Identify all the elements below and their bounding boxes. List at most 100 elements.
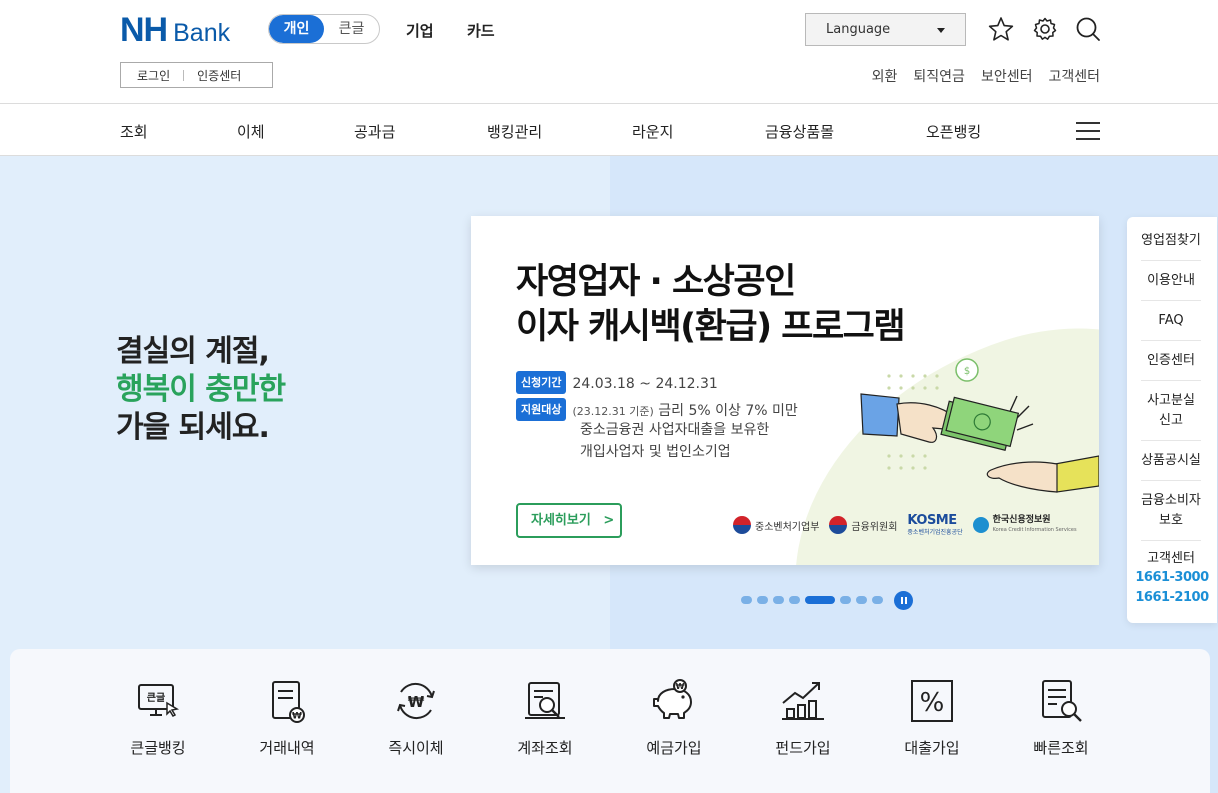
customer-phone-2[interactable]: 1661-2100 — [1127, 590, 1217, 605]
menu-fund-signup[interactable]: 펀드가입 — [748, 677, 858, 758]
won-icon-label: ₩ — [408, 693, 425, 711]
hero-line-1: 결실의 계절, — [116, 334, 270, 369]
star-icon[interactable] — [988, 16, 1014, 42]
gnb-product-mall[interactable]: 금융상품몰 — [765, 121, 834, 142]
period-tag: 신청기간 — [516, 371, 567, 394]
main-navigation: 조회 이체 공과금 뱅킹관리 라운지 금융상품몰 오픈뱅킹 — [0, 105, 1218, 156]
partner-logos: 중소벤처기업부 금융위원회 KOSME 중소벤처기업진흥공단 한국신용정보원 Kor… — [733, 514, 1077, 536]
chevron-down-icon — [937, 28, 945, 33]
quick-cert-center[interactable]: 인증센터 — [1141, 351, 1201, 381]
promo-banner[interactable]: $ 자영업자 · 소상공인 이자 캐시백(환급) 프로그램 신청기간 24.03.… — [471, 216, 1099, 565]
hero-section: 결실의 계절, 행복이 충만한 가을 되세요. $ 자영업자 · 소상공인 이자… — [0, 156, 1218, 793]
quick-consumer-protection[interactable]: 금융소비자 보호 — [1141, 491, 1201, 541]
chevron-right-icon: > — [603, 513, 615, 528]
percent-icon-label: % — [920, 688, 945, 718]
quick-consumer-line-2: 보호 — [1159, 513, 1183, 528]
quick-loss-report-line-1: 사고분실 — [1147, 393, 1195, 408]
nh-bank-logo[interactable]: NH Bank — [120, 11, 231, 49]
menu-deposit-signup[interactable]: ₩ 예금가입 — [619, 677, 729, 758]
cert-center-link[interactable]: 인증센터 — [197, 67, 241, 84]
gnb-inquiry[interactable]: 조회 — [120, 121, 148, 142]
document-search-icon — [1042, 680, 1082, 722]
slide-dot-active[interactable] — [805, 596, 835, 604]
util-pension-link[interactable]: 퇴직연금 — [913, 66, 965, 86]
menu-account-inquiry[interactable]: 계좌조회 — [490, 677, 600, 758]
monitor-icon: 큰글 — [138, 684, 180, 717]
banner-title-line-2: 이자 캐시백(환급) 프로그램 — [516, 307, 906, 347]
util-forex-link[interactable]: 외환 — [872, 66, 898, 86]
slide-pagination — [741, 596, 888, 604]
search-icon[interactable] — [1075, 16, 1101, 42]
hero-line-2: 행복이 충만한 — [116, 372, 286, 407]
menu-instant-transfer[interactable]: ₩ 즉시이체 — [361, 677, 471, 758]
menu-label: 거래내역 — [259, 739, 315, 757]
quick-customer-center[interactable]: 고객센터 — [1141, 549, 1201, 571]
menu-label: 계좌조회 — [517, 739, 573, 757]
pause-icon[interactable] — [894, 591, 913, 610]
view-details-button[interactable]: 자세히보기 > — [516, 503, 622, 538]
slide-dot[interactable] — [741, 596, 752, 604]
logo-nh: NH — [120, 11, 168, 49]
banner-title-line-1: 자영업자 · 소상공인 — [516, 262, 796, 302]
quick-loss-report[interactable]: 사고분실 신고 — [1141, 391, 1201, 441]
menu-loan-signup[interactable]: % 대출가입 — [877, 677, 987, 758]
document-won-icon: ₩ — [272, 681, 305, 723]
quick-menu-bar: 큰글 큰글뱅킹 ₩ 거래내역 ₩ 즉시이체 계좌조회 ₩ 예금가입 펀드가입 %… — [10, 649, 1210, 793]
slide-dot[interactable] — [840, 596, 851, 604]
slide-dot[interactable] — [757, 596, 768, 604]
quick-loss-report-line-2: 신고 — [1159, 413, 1183, 428]
korea-emblem-icon — [829, 516, 848, 534]
cash-hands-illustration: $ — [860, 358, 1099, 493]
gear-icon[interactable] — [1032, 16, 1058, 42]
gnb-utility-bills[interactable]: 공과금 — [354, 121, 395, 142]
slide-dot[interactable] — [773, 596, 784, 604]
bigtext-icon-label: 큰글 — [147, 692, 165, 704]
quick-product-disclosure[interactable]: 상품공시실 — [1141, 451, 1201, 481]
util-security-link[interactable]: 보안센터 — [981, 66, 1033, 86]
divider — [183, 69, 185, 81]
bar-chart-trend-icon — [782, 682, 824, 720]
slide-dot[interactable] — [789, 596, 800, 604]
percent-icon: % — [911, 680, 953, 722]
util-customer-link[interactable]: 고객센터 — [1048, 66, 1100, 86]
banner-period: 신청기간 24.03.18 ~ 24.12.31 — [516, 371, 718, 395]
quick-side-panel: 영업점찾기 이용안내 FAQ 인증센터 사고분실 신고 상품공시실 금융소비자 … — [1127, 217, 1217, 623]
gnb-open-banking[interactable]: 오픈뱅킹 — [926, 121, 981, 142]
mode-large-text-button[interactable]: 큰글 — [324, 15, 379, 43]
quick-guide[interactable]: 이용안내 — [1141, 271, 1201, 301]
logo-fsc: 금융위원회 — [829, 516, 897, 534]
kcis-mark-icon — [972, 517, 989, 533]
menu-label: 대출가입 — [904, 739, 960, 757]
quick-faq[interactable]: FAQ — [1141, 311, 1201, 341]
quick-branch-finder[interactable]: 영업점찾기 — [1141, 231, 1201, 261]
login-link[interactable]: 로그인 — [137, 67, 170, 84]
view-details-label: 자세히보기 — [531, 513, 591, 528]
corporate-link[interactable]: 기업 — [406, 20, 434, 41]
banner-title: 자영업자 · 소상공인 이자 캐시백(환급) 프로그램 — [516, 260, 906, 350]
language-select[interactable]: Language — [805, 13, 966, 46]
menu-quick-inquiry[interactable]: 빠른조회 — [1006, 677, 1116, 758]
hero-message: 결실의 계절, 행복이 충만한 가을 되세요. — [116, 333, 286, 447]
target-tag: 지원대상 — [516, 398, 567, 421]
logo-kosme: KOSME 중소벤처기업진흥공단 — [907, 514, 962, 536]
menu-icon[interactable] — [1076, 122, 1100, 140]
logo-kcis-sub: Korea Credit Information Services — [992, 527, 1077, 533]
gnb-banking-management[interactable]: 뱅킹관리 — [487, 121, 542, 142]
menu-large-text-banking[interactable]: 큰글 큰글뱅킹 — [103, 677, 213, 758]
mode-personal-button[interactable]: 개인 — [269, 15, 324, 43]
target-note: (23.12.31 기준) — [572, 405, 654, 418]
won-icon-label: ₩ — [676, 682, 685, 691]
menu-label: 큰글뱅킹 — [130, 739, 186, 757]
svg-text:$: $ — [964, 366, 970, 377]
gnb-transfer[interactable]: 이체 — [237, 121, 265, 142]
won-icon-label: ₩ — [292, 712, 302, 722]
slide-dot[interactable] — [856, 596, 867, 604]
hero-line-3: 가을 되세요. — [116, 410, 270, 445]
gnb-lounge[interactable]: 라운지 — [632, 121, 673, 142]
customer-phone-1[interactable]: 1661-3000 — [1127, 570, 1217, 585]
logo-kosme-label: KOSME — [907, 513, 957, 528]
menu-transaction-history[interactable]: ₩ 거래내역 — [232, 677, 342, 758]
logo-bank: Bank — [173, 19, 231, 47]
card-link[interactable]: 카드 — [467, 20, 495, 41]
slide-dot[interactable] — [872, 596, 883, 604]
